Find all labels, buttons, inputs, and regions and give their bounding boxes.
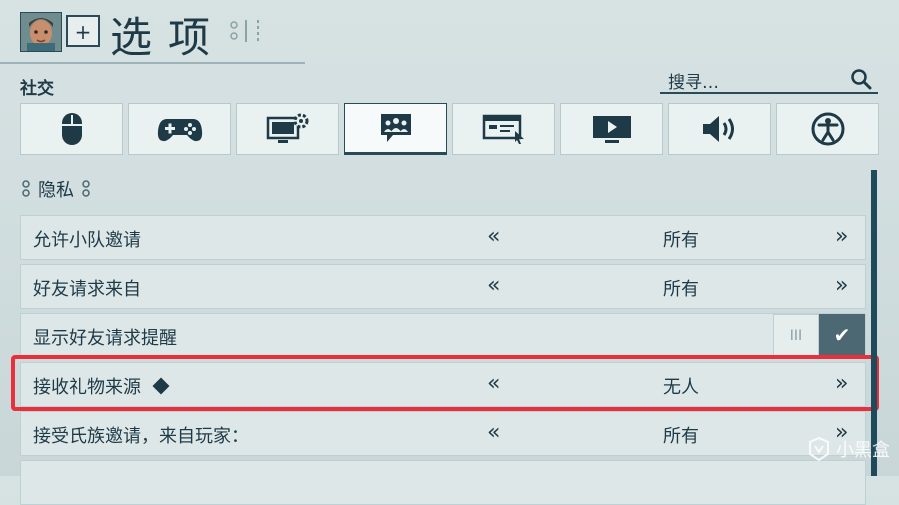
- display-settings-icon: [266, 113, 308, 143]
- avatar-image: [21, 13, 61, 51]
- search-icon[interactable]: [850, 68, 872, 90]
- setting-label: 接受氏族邀请，来自玩家：: [33, 426, 249, 447]
- setting-row-friend-request-notify[interactable]: 显示好友请求提醒 III ✔: [20, 313, 866, 358]
- tab-mouse[interactable]: [20, 103, 123, 155]
- section-decoration-left-icon: [22, 180, 30, 197]
- section-decoration-right-icon: [82, 180, 90, 197]
- privacy-section-header: 隐私: [20, 176, 92, 202]
- previous-option-button[interactable]: «: [487, 224, 500, 249]
- tab-interface[interactable]: [452, 103, 555, 155]
- setting-row-clan-invite[interactable]: 接受氏族邀请，来自玩家： « 所有 »: [20, 411, 866, 456]
- previous-option-button[interactable]: «: [487, 420, 500, 445]
- add-button[interactable]: +: [66, 15, 100, 47]
- header-divider: [0, 62, 305, 64]
- setting-row-friend-request[interactable]: 好友请求来自 « 所有 »: [20, 264, 866, 309]
- toggle-switch[interactable]: III ✔: [773, 314, 865, 357]
- monitor-icon: [592, 116, 631, 143]
- search-placeholder: 搜寻…: [668, 73, 719, 93]
- section-title: 社交: [20, 79, 54, 99]
- interface-icon: [482, 114, 524, 144]
- setting-label: 好友请求来自: [33, 279, 141, 300]
- setting-row-partial[interactable]: [20, 460, 866, 505]
- setting-value: 所有: [663, 230, 699, 251]
- setting-label: 显示好友请求提醒: [33, 328, 177, 349]
- tab-gamepad[interactable]: [128, 103, 231, 155]
- highlight-box: [11, 355, 879, 411]
- page-title: 选项: [110, 13, 227, 62]
- title-decoration-icon: [230, 20, 259, 42]
- tab-display-settings[interactable]: [236, 103, 339, 155]
- setting-label: 允许小队邀请: [33, 230, 141, 251]
- tab-monitor[interactable]: [560, 103, 663, 155]
- mouse-icon: [61, 113, 82, 145]
- watermark-logo-icon: [809, 436, 829, 462]
- social-group-icon: [380, 114, 411, 142]
- setting-value: 所有: [663, 426, 699, 447]
- checkmark-icon[interactable]: ✔: [819, 314, 865, 357]
- next-option-button[interactable]: »: [835, 273, 848, 298]
- speaker-icon: [702, 116, 734, 142]
- setting-value: 所有: [663, 279, 699, 300]
- privacy-section-title: 隐私: [38, 180, 74, 201]
- watermark-text: 小黑盒: [836, 440, 890, 461]
- header: + 选项: [0, 0, 899, 64]
- previous-option-button[interactable]: «: [487, 273, 500, 298]
- tab-audio[interactable]: [668, 103, 771, 155]
- scrollbar[interactable]: [871, 170, 877, 476]
- category-tabs: [20, 103, 879, 155]
- setting-row-party-invite[interactable]: 允许小队邀请 « 所有 »: [20, 215, 866, 260]
- toggle-off-segment[interactable]: III: [773, 314, 819, 357]
- avatar[interactable]: [20, 12, 62, 52]
- tab-social[interactable]: [344, 103, 447, 155]
- watermark: 小黑盒: [806, 436, 890, 462]
- accessibility-icon: [811, 112, 844, 146]
- search-input[interactable]: 搜寻…: [660, 64, 878, 94]
- next-option-button[interactable]: »: [835, 224, 848, 249]
- gamepad-icon: [157, 119, 202, 142]
- tab-accessibility[interactable]: [776, 103, 879, 155]
